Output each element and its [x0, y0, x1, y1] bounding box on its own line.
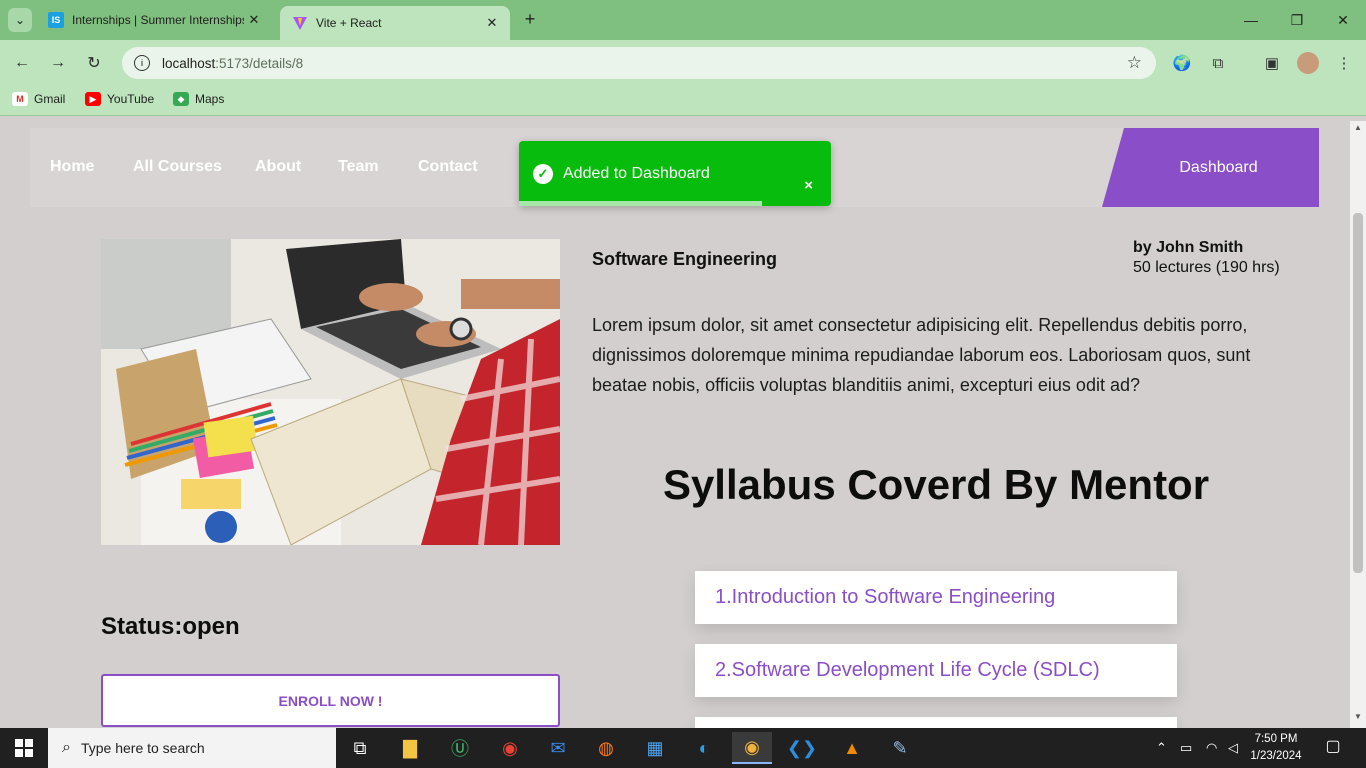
- browser-toolbar: ← → ↻ i localhost:5173/details/8 ☆ 🌍 ⧉ ▣…: [0, 40, 1366, 86]
- course-hero-image: [101, 239, 560, 545]
- syllabus-item[interactable]: 1.Introduction to Software Engineering: [695, 571, 1177, 624]
- mail-icon[interactable]: ✉: [538, 732, 578, 764]
- vscode-icon[interactable]: ❮❯: [782, 732, 822, 764]
- dashboard-button[interactable]: Dashboard: [1102, 128, 1319, 207]
- browser-tab-bar: ⌄ IS Internships | Summer Internships ✕ …: [0, 0, 1366, 40]
- scroll-up-arrow-icon[interactable]: ▲: [1350, 123, 1366, 137]
- tab-search-button[interactable]: ⌄: [8, 8, 32, 32]
- taskbar-search-input[interactable]: ⌕ Type here to search: [48, 728, 336, 768]
- clock-date: 1/23/2024: [1250, 750, 1302, 762]
- back-arrow-icon[interactable]: ←: [9, 50, 35, 76]
- minimize-icon[interactable]: —: [1228, 0, 1274, 40]
- profile-avatar[interactable]: [1297, 52, 1319, 74]
- volume-icon[interactable]: ◁: [1228, 728, 1238, 768]
- bookmark-gmail[interactable]: M Gmail: [12, 92, 65, 106]
- url-path: :5173/details/8: [215, 55, 304, 71]
- battery-icon[interactable]: ▭: [1180, 728, 1192, 768]
- nav-link-about[interactable]: About: [255, 158, 301, 176]
- toast-close-icon[interactable]: ×: [804, 177, 813, 194]
- microsoft-store-icon[interactable]: ▦: [635, 732, 675, 764]
- scrollbar-thumb[interactable]: [1353, 213, 1363, 573]
- firefox-icon[interactable]: ◍: [586, 732, 626, 764]
- edge-icon[interactable]: ◐: [684, 732, 724, 764]
- tab-title: Vite + React: [316, 16, 382, 30]
- address-bar[interactable]: i localhost:5173/details/8 ☆: [122, 47, 1156, 79]
- vite-logo-icon: [292, 15, 308, 31]
- toast-progress-bar: [519, 201, 763, 206]
- gmail-icon: M: [12, 92, 28, 106]
- page-viewport: Home All Courses About Team Contact Dash…: [0, 121, 1350, 728]
- toast-message: Added to Dashboard: [563, 164, 710, 182]
- reload-icon[interactable]: ↻: [81, 50, 107, 76]
- bookmark-star-icon[interactable]: ☆: [1127, 53, 1142, 73]
- restore-icon[interactable]: ❐: [1274, 0, 1320, 40]
- bookmark-youtube[interactable]: ▶ YouTube: [85, 92, 154, 106]
- more-menu-icon[interactable]: ⋮: [1333, 52, 1355, 74]
- show-hidden-icons-icon[interactable]: ⌃: [1156, 728, 1167, 768]
- nav-link-home[interactable]: Home: [50, 158, 94, 176]
- nav-link-team[interactable]: Team: [338, 158, 379, 176]
- tab-vite-react[interactable]: Vite + React ✕: [280, 6, 510, 40]
- close-icon[interactable]: ✕: [482, 15, 502, 31]
- bookmark-label: Maps: [195, 92, 225, 106]
- success-toast: ✓ Added to Dashboard ×: [519, 141, 831, 206]
- page-scrollbar[interactable]: ▲ ▼: [1350, 121, 1366, 728]
- file-explorer-icon[interactable]: ▇: [390, 732, 430, 764]
- syllabus-item[interactable]: 2.Software Development Life Cycle (SDLC): [695, 644, 1177, 697]
- course-author: by John Smith: [1133, 239, 1244, 256]
- internships-favicon-icon: IS: [48, 12, 64, 28]
- tab-title: Internships | Summer Internships: [72, 13, 244, 27]
- wifi-icon[interactable]: ◠: [1206, 728, 1217, 768]
- forward-arrow-icon[interactable]: →: [45, 50, 71, 76]
- tab-internships[interactable]: IS Internships | Summer Internships ✕: [40, 0, 272, 40]
- task-view-icon[interactable]: ⧉: [340, 732, 380, 764]
- syllabus-heading: Syllabus Coverd By Mentor: [662, 461, 1210, 508]
- bookmarks-bar: M Gmail ▶ YouTube ◆ Maps: [0, 86, 1366, 116]
- windows-start-icon[interactable]: [0, 728, 48, 768]
- new-tab-plus-icon[interactable]: +: [520, 10, 540, 30]
- enroll-now-button[interactable]: ENROLL NOW !: [101, 674, 560, 727]
- side-panel-icon[interactable]: ▣: [1261, 52, 1283, 74]
- bookmark-maps[interactable]: ◆ Maps: [173, 92, 224, 106]
- search-placeholder: Type here to search: [80, 740, 205, 756]
- bookmark-label: YouTube: [107, 92, 155, 106]
- taskbar-clock[interactable]: 7:50 PM 1/23/2024: [1244, 731, 1308, 765]
- course-status: Status:open: [101, 613, 240, 640]
- notification-icon[interactable]: ▢: [1318, 736, 1348, 760]
- clock-time: 7:50 PM: [1254, 733, 1298, 745]
- upwork-icon[interactable]: Ⓤ: [440, 732, 480, 764]
- paint-icon[interactable]: ✎: [880, 732, 920, 764]
- url-host: localhost: [162, 55, 216, 71]
- course-lectures: 50 lectures (190 hrs): [1133, 259, 1280, 276]
- check-circle-icon: ✓: [533, 163, 553, 184]
- search-icon: ⌕: [62, 739, 71, 756]
- course-description: Lorem ipsum dolor, sit amet consectetur …: [592, 315, 1251, 395]
- scroll-down-arrow-icon[interactable]: ▼: [1350, 712, 1366, 726]
- bookmark-label: Gmail: [34, 92, 66, 106]
- close-icon[interactable]: ✕: [244, 12, 264, 28]
- extension-globe-icon[interactable]: 🌍: [1171, 52, 1193, 74]
- vlc-icon[interactable]: ▲: [832, 732, 872, 764]
- nav-link-all-courses[interactable]: All Courses: [133, 158, 222, 176]
- windows-taskbar: ⌕ Type here to search ⧉ ▇ Ⓤ ◉ ✉ ◍ ▦ ◐ ◉ …: [0, 728, 1366, 768]
- syllabus-item-partial[interactable]: [695, 717, 1177, 728]
- nav-link-contact[interactable]: Contact: [418, 158, 478, 176]
- chrome-profile-icon[interactable]: ◉: [490, 732, 530, 764]
- course-title: Software Engineering: [592, 249, 778, 269]
- chevron-down-icon: ⌄: [14, 13, 26, 27]
- youtube-icon: ▶: [85, 92, 101, 106]
- chrome-icon[interactable]: ◉: [732, 732, 772, 764]
- extensions-puzzle-icon[interactable]: ⧉: [1207, 52, 1229, 74]
- site-info-icon[interactable]: i: [134, 55, 150, 71]
- maps-icon: ◆: [173, 92, 189, 106]
- window-close-icon[interactable]: ✕: [1320, 0, 1366, 40]
